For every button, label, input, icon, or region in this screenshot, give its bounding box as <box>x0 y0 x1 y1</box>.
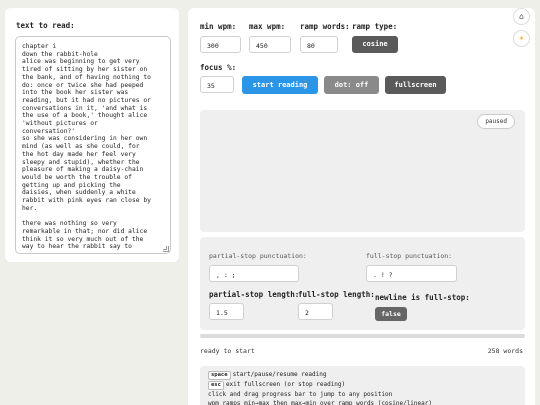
text-line: sleepy and stupid), whether the <box>22 158 140 166</box>
word-count: 258 words <box>487 347 523 355</box>
max-wpm-input[interactable]: 450 <box>249 36 291 53</box>
key-badge: esc <box>208 381 224 390</box>
help-line: space start/pause/resume reading <box>208 370 517 380</box>
partial-stop-punctuation-input[interactable]: , : ; <box>209 265 299 282</box>
text-line: pleasure of making a daisy-chain <box>22 166 144 174</box>
text-line: the hot day made her feel very <box>22 150 136 158</box>
focus-input[interactable]: 35 <box>200 76 234 93</box>
full-stop-punctuation-label: full-stop punctuation: <box>366 252 453 260</box>
text-input-panel: text to read: chapter i down the rabbit-h… <box>5 8 179 262</box>
text-line: conversation?' <box>22 127 76 135</box>
partial-stop-punctuation-label: partial-stop punctuation: <box>209 252 307 260</box>
help-text: exit fullscreen (or stop reading) <box>225 381 346 388</box>
help-text: start/pause/resume reading <box>232 371 327 378</box>
status-text: ready to start <box>200 347 255 355</box>
word-display-area[interactable]: paused <box>200 110 525 232</box>
newline-full-stop-toggle[interactable]: false <box>375 307 407 321</box>
text-line: into the book her sister was <box>22 89 129 97</box>
text-line <box>22 212 164 220</box>
text-line: remarkable in that; nor did alice <box>22 227 148 235</box>
text-line: so she was considering in her own <box>22 135 148 143</box>
text-line: rabbit with pink eyes ran close by <box>22 197 151 205</box>
focus-label: focus %: <box>200 63 237 72</box>
text-line: chapter i <box>22 43 57 50</box>
reader-panel: min wpm: 300 max wpm: 450 ramp words: 80… <box>188 8 535 405</box>
partial-stop-length-label: partial-stop length: <box>209 290 300 299</box>
ramp-words-input[interactable]: 80 <box>300 36 338 53</box>
newline-full-stop-label: newline is full-stop: <box>375 293 470 302</box>
fullscreen-button[interactable]: fullscreen <box>385 76 446 94</box>
progress-bar[interactable] <box>200 334 525 338</box>
resize-handle-icon[interactable] <box>163 246 169 252</box>
text-line: reading, but it had no pictures or <box>22 96 151 104</box>
punctuation-settings: partial-stop punctuation: , : ; full-sto… <box>200 237 525 330</box>
text-to-read-textarea[interactable]: chapter i down the rabbit-hole alice was b… <box>15 36 171 254</box>
help-text: click and drag progress bar to jump to a… <box>208 391 393 398</box>
text-line: there was nothing so very <box>22 220 117 228</box>
ramp-type-label: ramp type: <box>352 22 398 31</box>
ramp-words-label: ramp words: <box>300 22 350 31</box>
text-to-read-label: text to read: <box>16 21 75 30</box>
full-stop-length-input[interactable]: 2 <box>298 303 333 320</box>
text-line: alice was beginning to get very <box>22 58 140 66</box>
text-line: tired of sitting by her sister on <box>22 66 148 74</box>
help-line: esc exit fullscreen (or stop reading) <box>208 380 517 390</box>
help-line: wpm ramps min→max then max→min over ramp… <box>208 399 517 405</box>
full-stop-punctuation-input[interactable]: . ! ? <box>366 265 457 282</box>
partial-stop-length-input[interactable]: 1.5 <box>209 303 244 320</box>
sun-icon[interactable]: ☀ <box>513 30 530 47</box>
key-badge: space <box>208 371 231 380</box>
text-line: the use of a book,' thought alice <box>22 112 148 120</box>
textarea-content: chapter i down the rabbit-hole alice was b… <box>22 43 164 251</box>
text-line: would be worth the trouble of <box>22 173 132 181</box>
help-line: click and drag progress bar to jump to a… <box>208 390 517 399</box>
text-line: daisies, when suddenly a white <box>22 189 136 197</box>
text-line: the bank, and of having nothing to <box>22 73 151 81</box>
home-icon[interactable]: ⌂ <box>513 8 530 25</box>
min-wpm-input[interactable]: 300 <box>200 36 241 53</box>
text-line: down the rabbit-hole <box>22 50 98 58</box>
max-wpm-label: max wpm: <box>249 22 286 31</box>
keyboard-help: space start/pause/resume reading esc exit f… <box>200 366 525 405</box>
min-wpm-label: min wpm: <box>200 22 237 31</box>
start-reading-button[interactable]: start reading <box>242 76 318 94</box>
text-line: think it so very much out of the <box>22 235 144 243</box>
status-badge: paused <box>477 114 515 129</box>
text-line: conversations in it, 'and what is <box>22 104 148 112</box>
text-line: getting up and picking the <box>22 181 121 189</box>
text-line: 'without pictures or <box>22 120 98 128</box>
text-line: do: once or twice she had peeped <box>22 81 144 89</box>
text-line: way to hear the rabbit say to <box>22 243 132 251</box>
dot-toggle-button[interactable]: dot: off <box>324 76 379 94</box>
full-stop-length-label: full-stop length: <box>298 290 375 299</box>
text-line: her. <box>22 204 38 212</box>
ramp-type-button[interactable]: cosine <box>352 36 398 53</box>
text-line: mind (as well as she could, for <box>22 143 140 151</box>
help-text: wpm ramps min→max then max→min over ramp… <box>208 400 432 405</box>
